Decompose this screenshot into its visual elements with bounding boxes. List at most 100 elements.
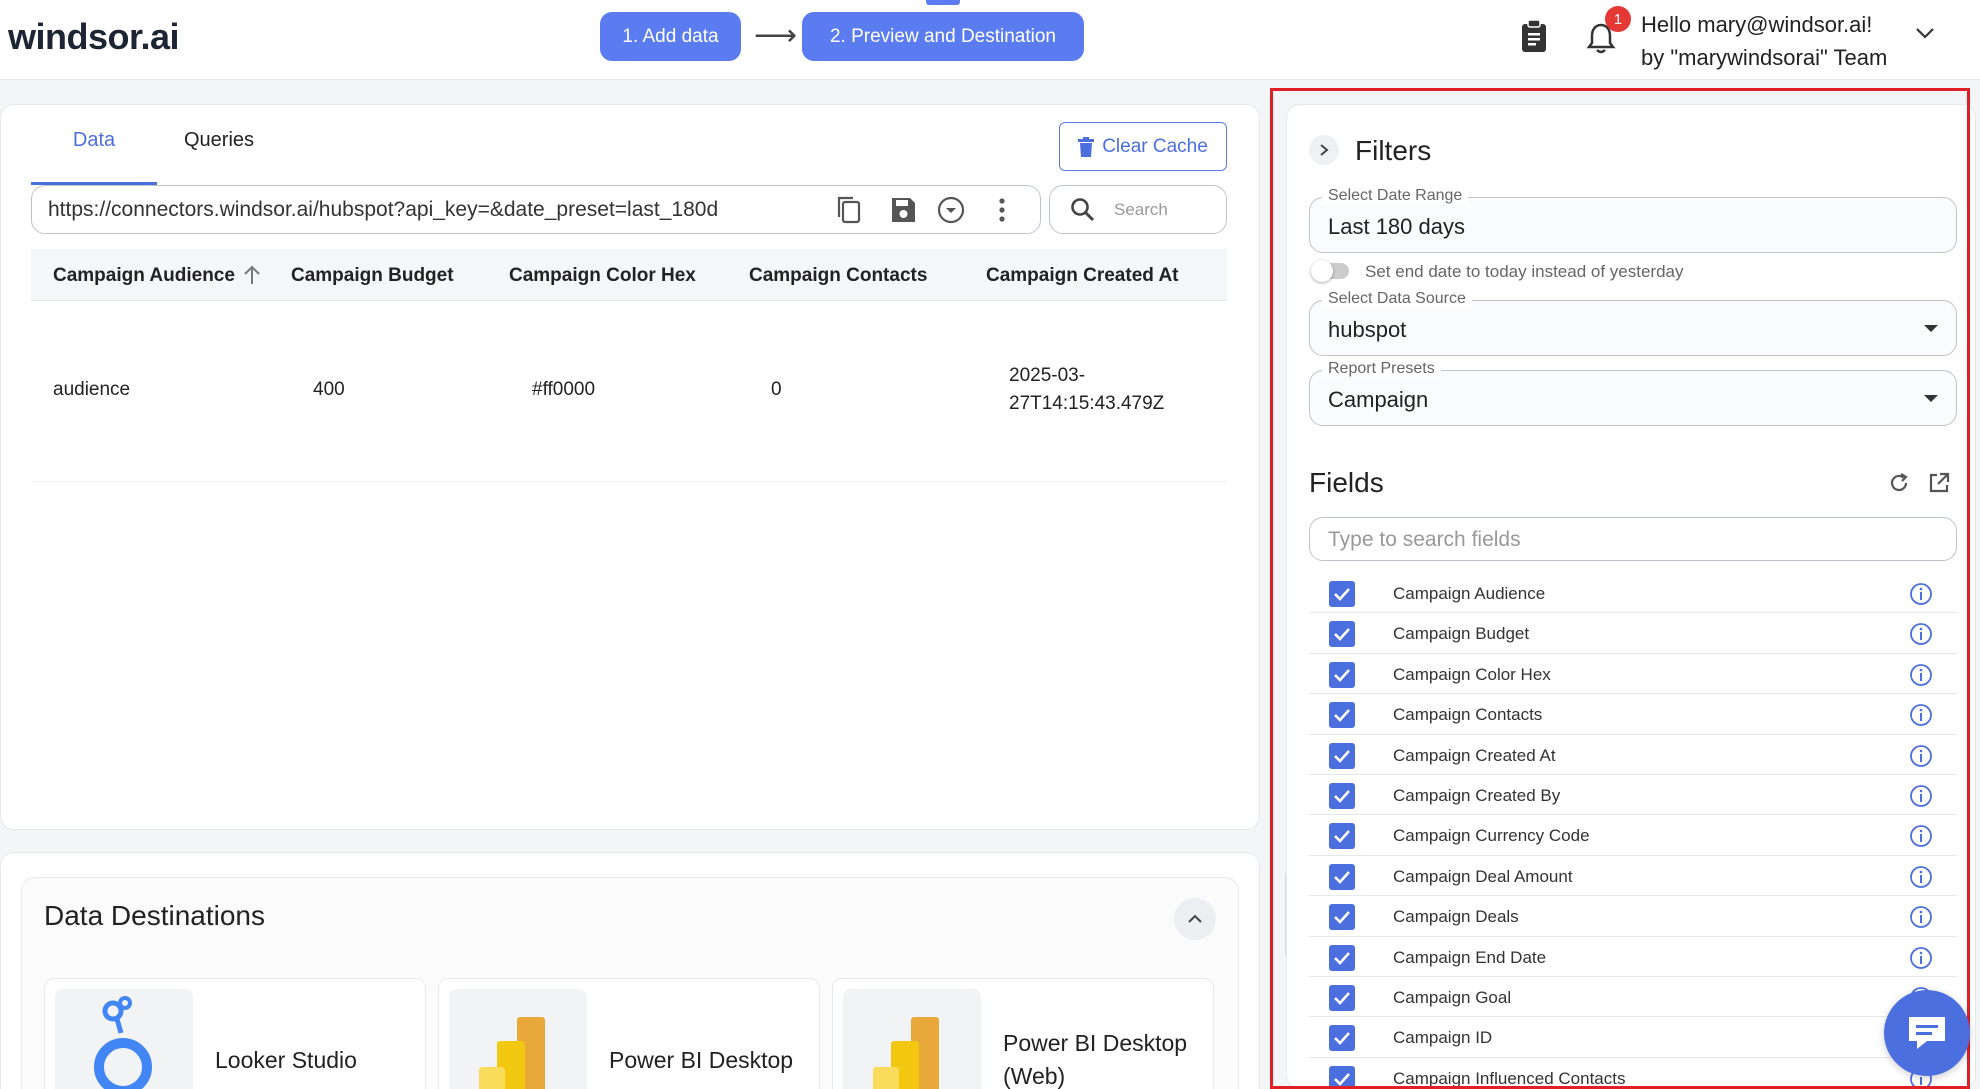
field-checkbox[interactable] [1329,702,1355,729]
report-presets-label: Report Presets [1322,360,1441,378]
tab-queries[interactable]: Queries [157,129,281,185]
info-icon[interactable] [1909,622,1933,646]
field-checkbox[interactable] [1329,1025,1355,1052]
info-icon[interactable] [1909,905,1933,929]
chat-button[interactable] [1884,990,1970,1076]
tab-data[interactable]: Data [31,129,157,185]
open-external-icon[interactable] [1927,471,1951,495]
query-url-text[interactable]: https://connectors.windsor.ai/hubspot?ap… [48,198,818,222]
info-icon[interactable] [1909,784,1933,808]
destination-name: Power BI Desktop [609,1047,794,1073]
column-header-campaign-audience[interactable]: Campaign Audience [53,265,235,287]
column-header-campaign-budget[interactable]: Campaign Budget [291,265,454,287]
info-icon[interactable] [1909,744,1933,768]
top-header: windsor.ai 1. Add data ⟶ 2. Preview and … [0,0,1980,80]
data-source-value: hubspot [1328,317,1407,342]
field-list: Campaign Audience Campaign Budget Campaign… [1309,573,1957,1088]
field-name: Campaign Audience [1393,584,1546,603]
active-step-indicator [926,0,960,5]
destination-power-bi-desktop[interactable]: Power BI Desktop [438,978,820,1089]
more-options-icon[interactable] [987,195,1017,225]
info-icon[interactable] [1909,663,1933,687]
field-checkbox[interactable] [1329,944,1355,971]
field-row[interactable]: Campaign Deal Amount [1309,856,1957,897]
field-row[interactable]: Campaign Created At [1309,735,1957,775]
field-checkbox[interactable] [1329,863,1355,890]
data-preview-card: Data Queries Clear Cache https://connect… [0,104,1260,830]
field-checkbox[interactable] [1329,621,1355,648]
field-row[interactable]: Campaign Color Hex [1309,654,1957,695]
checkmark-icon [1334,1072,1350,1086]
checkmark-icon [1334,628,1350,642]
field-name: Campaign Currency Code [1393,826,1590,846]
field-name: Campaign Budget [1393,624,1530,644]
info-icon[interactable] [1909,865,1933,889]
field-checkbox[interactable] [1329,742,1355,769]
copy-icon[interactable] [834,195,864,225]
column-header-campaign-contacts[interactable]: Campaign Contacts [749,265,927,287]
step-preview-destination-button[interactable]: 2. Preview and Destination [802,12,1084,61]
field-checkbox[interactable] [1329,823,1355,850]
end-date-toggle[interactable] [1311,260,1349,282]
user-greeting[interactable]: Hello mary@windsor.ai! by "marywindsorai… [1641,8,1887,74]
info-icon[interactable] [1909,946,1933,970]
dropdown-circle-icon[interactable] [936,195,966,225]
filters-toggle-button[interactable] [1309,135,1339,165]
table-search-input[interactable]: Search [1049,185,1227,234]
info-icon[interactable] [1909,582,1933,606]
fields-search-placeholder: Type to search fields [1328,528,1521,551]
field-checkbox[interactable] [1329,904,1355,931]
info-icon[interactable] [1909,703,1933,727]
field-row[interactable]: Campaign ID [1309,1017,1957,1058]
field-name: Campaign Influenced Contacts [1393,1068,1626,1088]
clear-cache-button[interactable]: Clear Cache [1059,122,1227,171]
date-range-value: Last 180 days [1328,214,1465,239]
field-checkbox[interactable] [1329,984,1355,1011]
field-checkbox[interactable] [1329,581,1355,607]
field-row[interactable]: Campaign Goal [1309,977,1957,1018]
data-source-select[interactable]: Select Data Source hubspot [1309,290,1957,356]
greeting-text: Hello mary@windsor.ai! [1641,12,1873,37]
destination-power-bi-web[interactable]: Power BI Desktop (Web) [832,978,1214,1089]
field-row[interactable]: Campaign Audience [1309,573,1957,614]
report-presets-value: Campaign [1328,387,1429,412]
filters-panel: Filters Select Date Range Last 180 days … [1286,104,1976,1089]
date-range-field[interactable]: Select Date Range Last 180 days [1309,187,1957,253]
query-url-field[interactable]: https://connectors.windsor.ai/hubspot?ap… [31,185,1041,234]
destination-looker-studio[interactable]: Looker Studio [44,978,426,1089]
save-icon[interactable] [888,195,918,225]
clipboard-icon[interactable] [1519,19,1549,53]
field-checkbox[interactable] [1329,1065,1355,1088]
destination-name-line: Power BI Desktop [1003,1030,1188,1056]
caret-down-icon [1924,325,1938,332]
table-cell: audience [53,379,131,400]
table-cell: 27T14:15:43.479Z [1009,393,1165,414]
report-presets-select[interactable]: Report Presets Campaign [1309,360,1957,426]
field-row[interactable]: Campaign Influenced Contacts [1309,1058,1957,1088]
checkmark-icon [1334,830,1350,844]
step-add-data-button[interactable]: 1. Add data [600,12,741,61]
chevron-down-icon[interactable] [1914,26,1936,40]
field-name: Campaign ID [1393,1028,1493,1048]
field-row[interactable]: Campaign Budget [1309,613,1957,654]
sort-ascending-icon[interactable] [243,264,261,286]
logo[interactable]: windsor.ai [8,16,180,58]
field-checkbox[interactable] [1329,782,1355,809]
refresh-icon[interactable] [1887,471,1911,495]
field-row[interactable]: Campaign Deals [1309,896,1957,937]
toggle-knob [1311,260,1333,282]
column-header-campaign-color-hex[interactable]: Campaign Color Hex [509,265,696,287]
field-row[interactable]: Campaign Currency Code [1309,815,1957,856]
destinations-panel: Data Destinations Looker Studio Power BI… [21,877,1239,1089]
field-checkbox[interactable] [1329,661,1355,688]
field-name: Campaign Contacts [1393,705,1543,725]
column-header-campaign-created-at[interactable]: Campaign Created At [986,265,1179,287]
field-row[interactable]: Campaign Contacts [1309,694,1957,735]
checkmark-icon [1334,911,1350,925]
info-icon[interactable] [1909,824,1933,848]
collapse-button[interactable] [1174,898,1216,940]
trash-icon [1078,136,1095,157]
fields-search-input[interactable]: Type to search fields [1309,517,1957,561]
field-row[interactable]: Campaign End Date [1309,937,1957,977]
field-row[interactable]: Campaign Created By [1309,775,1957,816]
